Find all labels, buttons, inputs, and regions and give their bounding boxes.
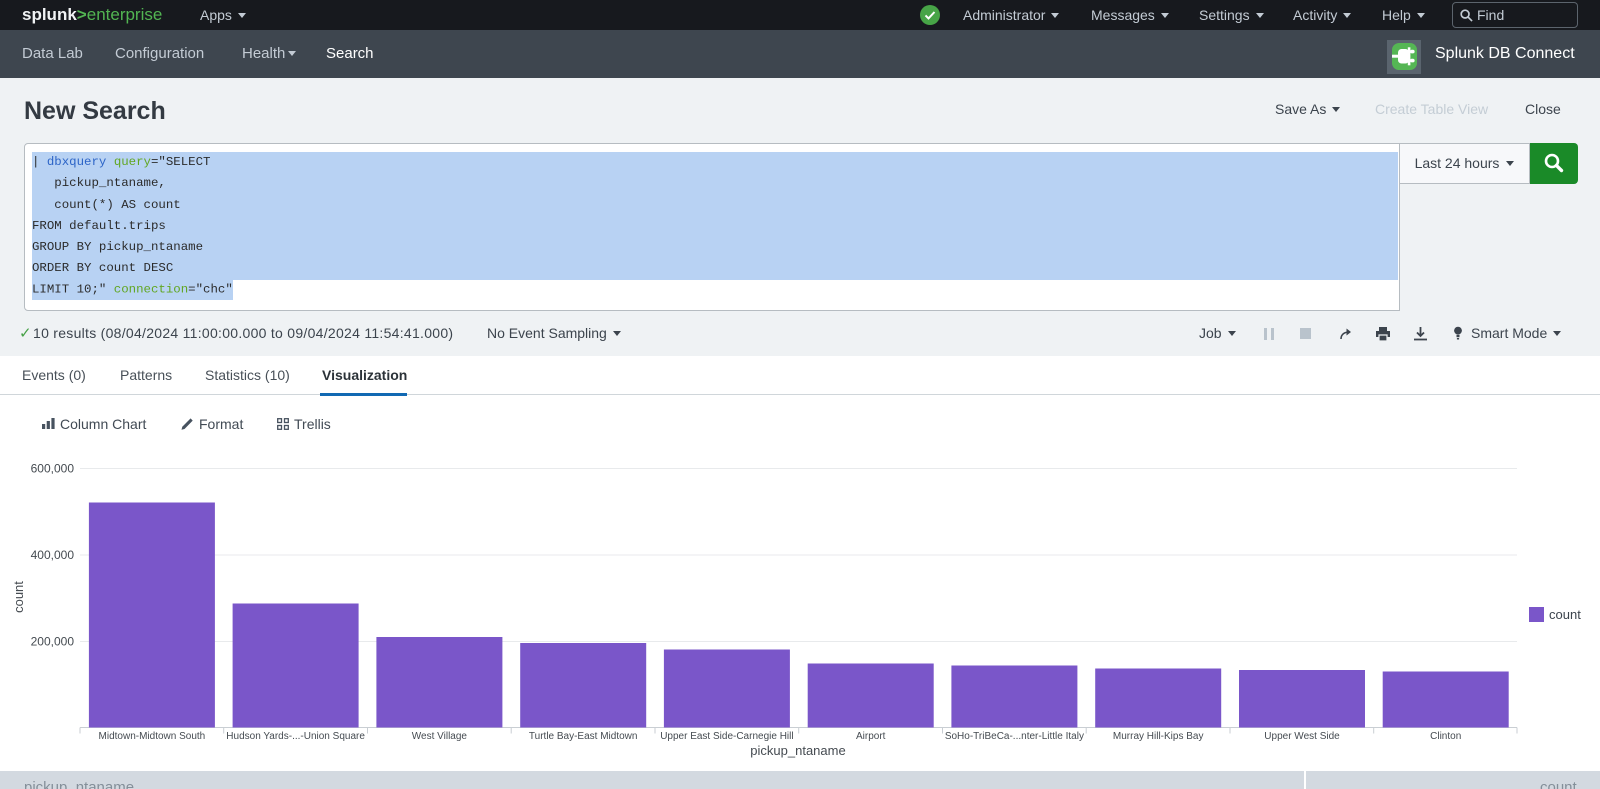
svg-text:Hudson Yards-...-Union Square: Hudson Yards-...-Union Square (226, 731, 365, 742)
svg-text:Upper East Side-Carnegie Hill: Upper East Side-Carnegie Hill (660, 731, 793, 742)
svg-text:count: count (11, 581, 26, 613)
svg-text:SoHo-TriBeCa-...nter-Little It: SoHo-TriBeCa-...nter-Little Italy (945, 731, 1084, 742)
svg-text:400,000: 400,000 (31, 548, 75, 562)
svg-text:Airport: Airport (856, 731, 886, 742)
svg-text:Midtown-Midtown South: Midtown-Midtown South (99, 731, 206, 742)
svg-text:Murray Hill-Kips Bay: Murray Hill-Kips Bay (1113, 731, 1204, 742)
svg-text:Clinton: Clinton (1430, 731, 1461, 742)
svg-text:West Village: West Village (412, 731, 468, 742)
svg-text:count: count (1549, 607, 1581, 622)
svg-text:Turtle Bay-East Midtown: Turtle Bay-East Midtown (529, 731, 638, 742)
svg-text:200,000: 200,000 (31, 635, 75, 649)
svg-text:600,000: 600,000 (31, 462, 75, 476)
svg-text:Upper West Side: Upper West Side (1264, 731, 1340, 742)
svg-text:pickup_ntaname: pickup_ntaname (750, 743, 845, 758)
